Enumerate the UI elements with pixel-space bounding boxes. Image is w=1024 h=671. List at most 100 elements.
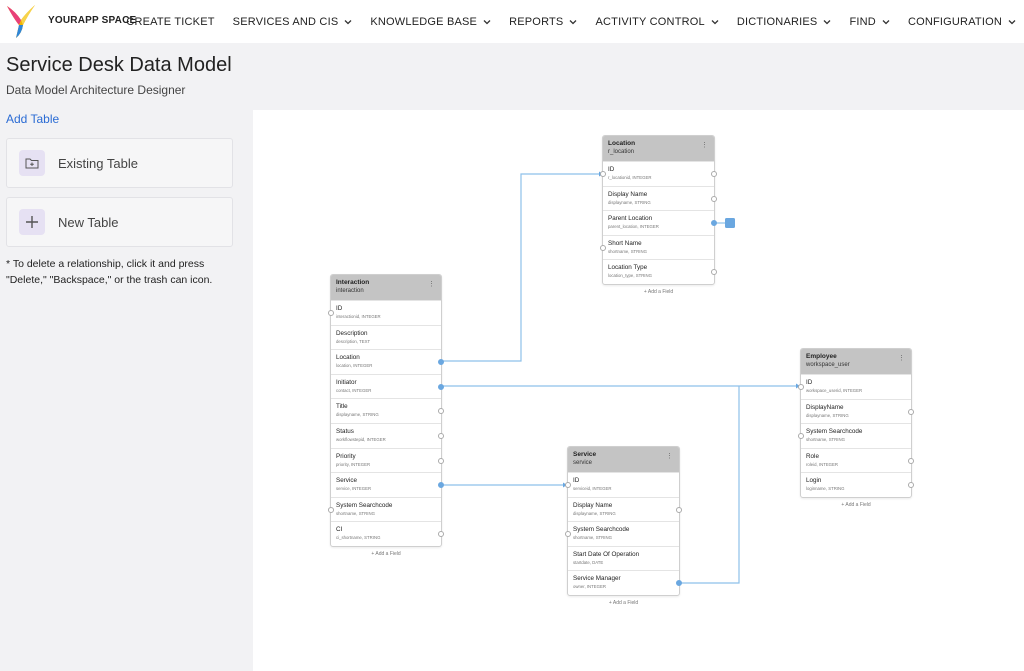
field-row[interactable]: ID interactionid, INTEGER — [328, 300, 441, 325]
table-header[interactable]: Service service ⋮ — [568, 447, 679, 472]
nav-find[interactable]: FIND — [849, 16, 890, 28]
kebab-menu-icon[interactable]: ⋮ — [898, 355, 905, 362]
field-row[interactable]: Display Name displayname, STRING — [568, 496, 682, 522]
connection-port[interactable] — [600, 171, 606, 177]
field-row[interactable]: Display Name displayname, STRING — [603, 185, 717, 211]
plus-icon — [19, 209, 45, 235]
add-field-link[interactable]: + Add a Field — [331, 551, 441, 557]
nav-configuration[interactable]: CONFIGURATION — [908, 16, 1016, 28]
field-row[interactable]: CI ci_shortname, STRING — [331, 521, 444, 546]
field-row[interactable]: Description description, TEXT — [331, 324, 441, 350]
table-card-employee[interactable]: Employee workspace_user ⋮ ID workspace_us… — [798, 348, 914, 508]
field-row[interactable]: Title displayname, STRING — [331, 398, 444, 423]
table-system-name: service — [573, 460, 593, 466]
page-subtitle: Data Model Architecture Designer — [6, 83, 186, 97]
field-row[interactable]: Short Name shortname, STRING — [600, 234, 714, 260]
page-header: Service Desk Data Model Data Model Archi… — [0, 43, 1024, 113]
field-type: r_locationid, INTEGER — [608, 175, 652, 180]
nav-label: SERVICES AND CIS — [232, 15, 339, 28]
add-table-link[interactable]: Add Table — [6, 112, 59, 126]
field-row[interactable]: Parent Location parent_location, INTEGER — [603, 210, 717, 235]
field-row[interactable]: System Searchcode shortname, STRING — [565, 521, 679, 546]
field-row[interactable]: Location Type location_type, STRING — [603, 259, 717, 284]
nav-reports[interactable]: REPORTS — [509, 16, 577, 28]
existing-table-button[interactable]: Existing Table — [6, 138, 233, 188]
field-name: ID — [608, 166, 615, 173]
connection-port[interactable] — [565, 531, 571, 538]
add-field-link[interactable]: + Add a Field — [603, 289, 714, 295]
connection-port[interactable] — [798, 433, 804, 440]
field-type: priority, INTEGER — [336, 461, 371, 467]
connection-port[interactable] — [328, 506, 334, 513]
connection-port[interactable] — [328, 310, 334, 316]
field-name: Display Name — [573, 501, 613, 509]
brand-name[interactable]: YOURAPP SPACE — [48, 15, 136, 26]
field-name: Location — [336, 354, 360, 362]
connection-port[interactable] — [600, 244, 606, 251]
nav-label: CREATE TICKET — [126, 15, 215, 28]
field-type: workflowstepid, INTEGER — [336, 436, 386, 442]
field-row[interactable]: Role roleid, INTEGER — [801, 447, 914, 473]
field-type: startdate, DATE — [573, 559, 604, 565]
field-row[interactable]: System Searchcode shortname, STRING — [328, 496, 441, 522]
table-header[interactable]: Interaction interaction ⋮ — [331, 275, 441, 300]
field-type: displayname, STRING — [806, 412, 849, 418]
connection-port[interactable] — [711, 171, 717, 177]
add-field-link[interactable]: + Add a Field — [801, 502, 911, 508]
nav-services-and-cis[interactable]: SERVICES AND CIS — [233, 16, 353, 28]
chevron-down-icon — [1008, 19, 1016, 24]
field-type: parent_location, INTEGER — [608, 224, 659, 230]
nav-knowledge-base[interactable]: KNOWLEDGE BASE — [370, 16, 491, 28]
connection-port[interactable] — [711, 195, 717, 202]
field-row[interactable]: DisplayName displayname, STRING — [801, 398, 914, 424]
kebab-menu-icon[interactable]: ⋮ — [428, 281, 435, 288]
field-type: service, INTEGER — [336, 486, 372, 492]
table-card-location[interactable]: Location r_location ⋮ ID r_locationid, IN… — [600, 135, 717, 295]
kebab-menu-icon[interactable]: ⋮ — [701, 142, 708, 149]
field-type: loginname, STRING — [806, 486, 845, 492]
connection-port[interactable] — [908, 408, 914, 415]
connection-port[interactable] — [438, 457, 444, 464]
field-type: displayname, STRING — [573, 510, 616, 516]
field-row[interactable]: System Searchcode shortname, STRING — [798, 423, 911, 448]
field-name: System Searchcode — [573, 526, 630, 534]
folder-plus-icon — [19, 150, 45, 176]
field-name: System Searchcode — [336, 501, 393, 509]
new-table-button[interactable]: New Table — [6, 197, 233, 247]
field-row[interactable]: Location location, INTEGER — [331, 349, 444, 374]
nav-dictionaries[interactable]: DICTIONARIES — [737, 16, 832, 28]
field-row[interactable]: Initiator contact, INTEGER — [331, 373, 444, 399]
table-title: Location — [608, 140, 636, 147]
connection-port[interactable] — [676, 506, 682, 513]
add-field-link[interactable]: + Add a Field — [568, 600, 679, 606]
nav-activity-control[interactable]: ACTIVITY CONTROL — [595, 16, 719, 28]
field-row[interactable]: Service Manager owner, INTEGER — [568, 570, 682, 595]
field-row[interactable]: Status workflowstepid, INTEGER — [331, 422, 444, 448]
table-card-service[interactable]: Service service ⋮ ID serviceid, INTEGER D… — [565, 446, 682, 606]
nav-create-ticket[interactable]: CREATE TICKET — [126, 16, 214, 28]
field-type: shortname, STRING — [573, 535, 612, 541]
field-row[interactable]: ID workspace_userid, INTEGER — [798, 374, 911, 399]
field-row[interactable]: Priority priority, INTEGER — [331, 447, 444, 473]
field-row[interactable]: ID r_locationid, INTEGER — [600, 161, 717, 186]
connection-port[interactable] — [438, 383, 444, 390]
nav-label: REPORTS — [509, 15, 564, 28]
field-row[interactable]: Start Date Of Operation startdate, DATE — [568, 545, 679, 571]
connection-port[interactable] — [798, 384, 804, 390]
app-logo-icon[interactable] — [4, 3, 38, 41]
connection-port[interactable] — [565, 482, 571, 488]
field-name: Service — [336, 477, 357, 485]
connection-port[interactable] — [908, 457, 914, 464]
field-row[interactable]: ID serviceid, INTEGER — [565, 472, 679, 497]
table-header[interactable]: Location r_location ⋮ — [603, 136, 714, 161]
main-nav: CREATE TICKET SERVICES AND CIS KNOWLEDGE… — [126, 0, 1016, 43]
table-card-interaction[interactable]: Interaction interaction ⋮ ID interactioni… — [328, 274, 444, 557]
field-row[interactable]: Service service, INTEGER — [331, 472, 444, 497]
field-name: DisplayName — [806, 403, 844, 411]
field-name: Start Date Of Operation — [573, 550, 640, 558]
connection-port[interactable] — [438, 432, 444, 439]
kebab-menu-icon[interactable]: ⋮ — [666, 453, 673, 460]
field-name: Display Name — [608, 190, 648, 198]
table-header[interactable]: Employee workspace_user ⋮ — [801, 349, 911, 374]
field-row[interactable]: Login loginname, STRING — [801, 472, 914, 497]
